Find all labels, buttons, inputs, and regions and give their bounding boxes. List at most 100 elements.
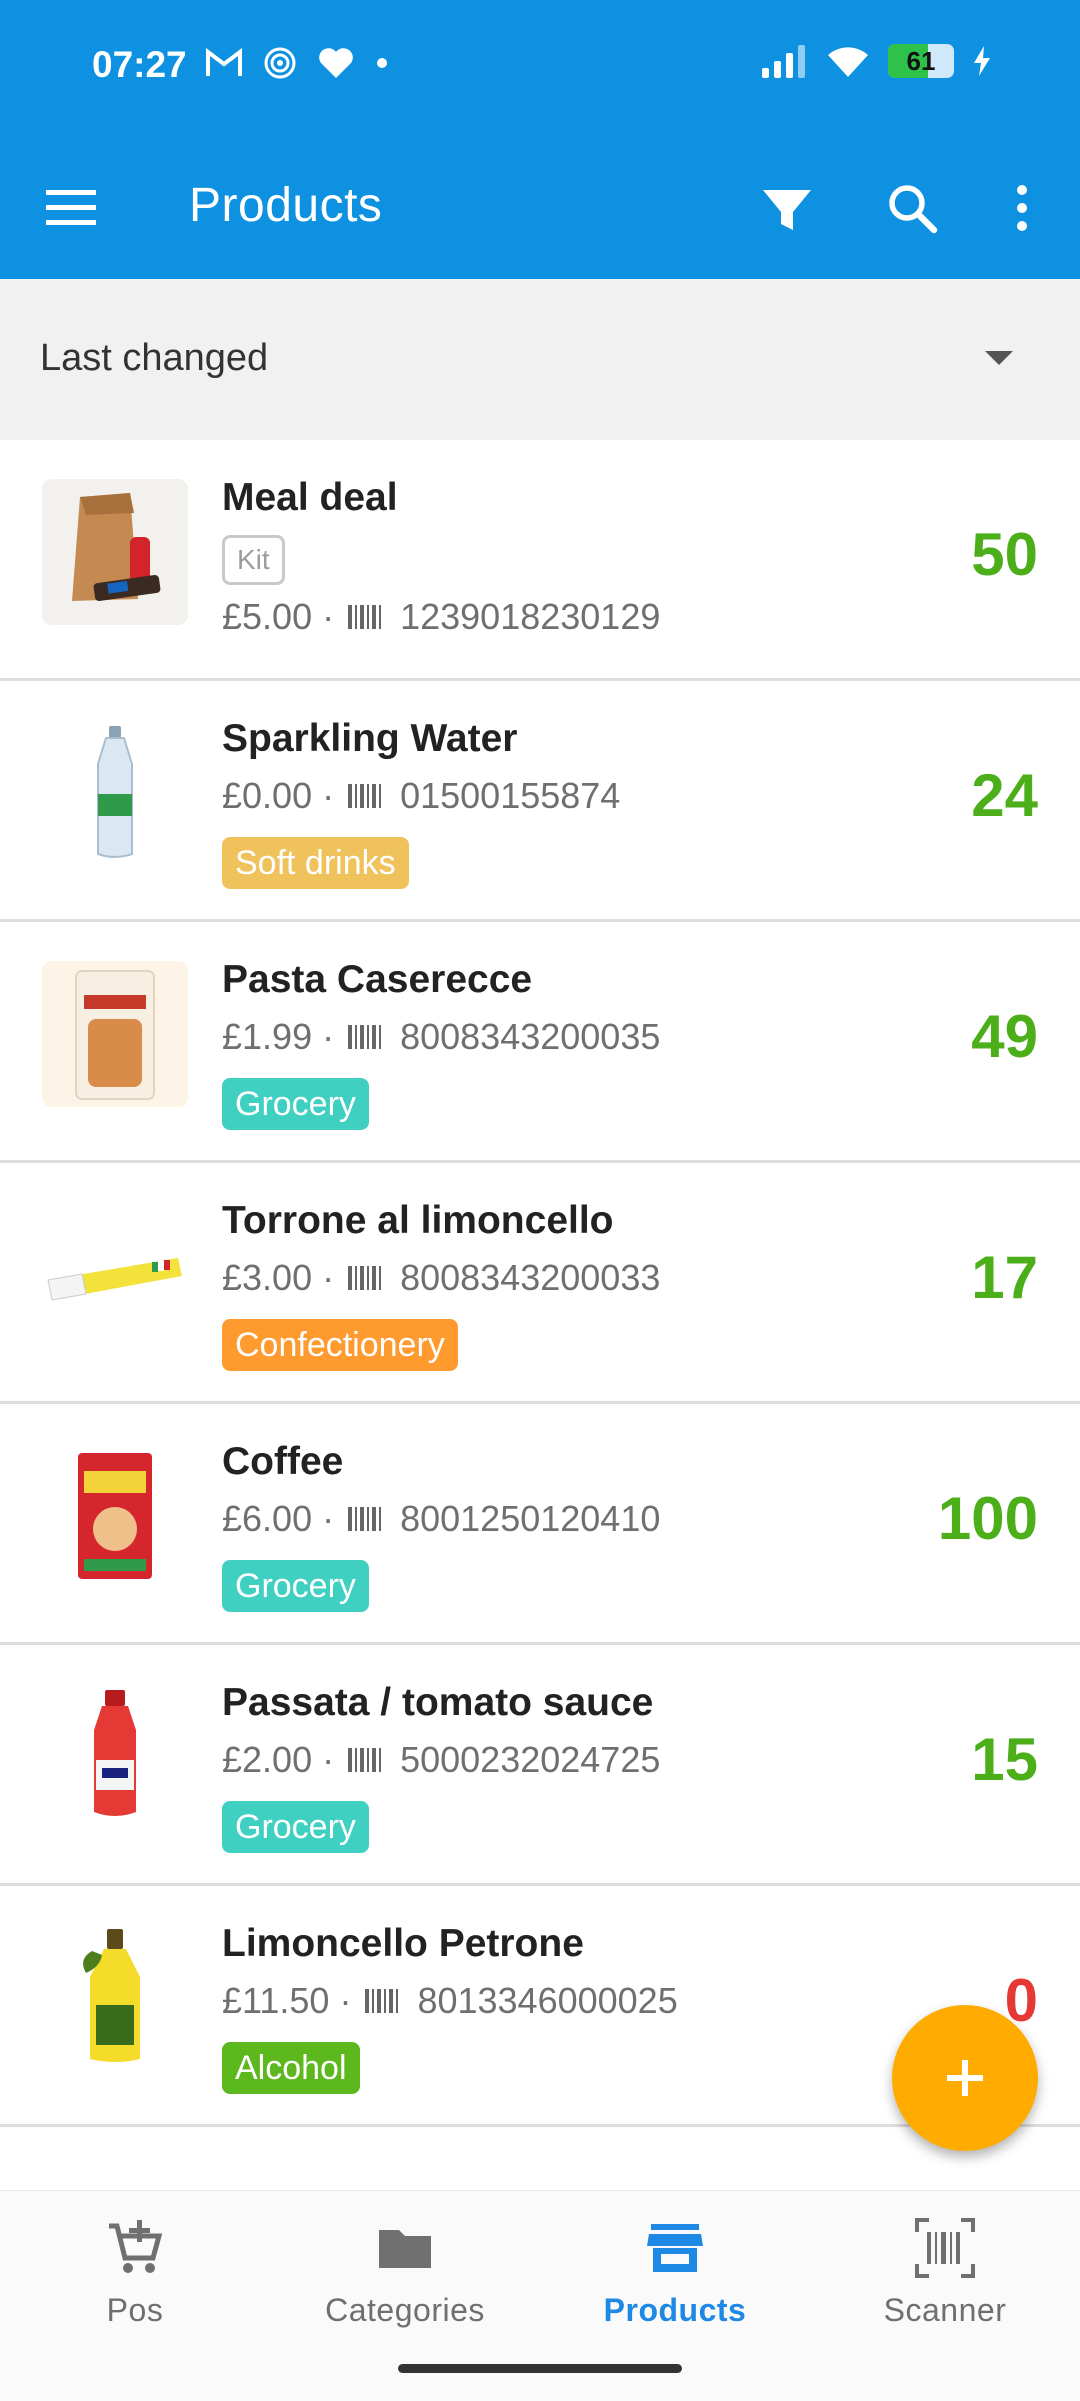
meta-separator: · — [322, 1016, 335, 1057]
heart-icon — [319, 48, 353, 78]
meta-separator: · — [322, 1498, 335, 1539]
meta-separator: · — [322, 596, 335, 637]
spiral-icon — [264, 47, 296, 79]
product-price: £1.99 — [222, 1016, 313, 1057]
limoncello-image — [42, 1925, 188, 2071]
app-bar: Products — [0, 136, 1080, 279]
sparkling-water-image — [42, 720, 188, 866]
product-row-pasta-caserecce[interactable]: Pasta Caserecce £1.99 · 8008343200035 Gr… — [0, 922, 1080, 1163]
hamburger-menu-icon — [46, 190, 96, 225]
barcode-icon — [348, 1748, 382, 1772]
torrone-image — [42, 1202, 188, 1348]
passata-image — [42, 1684, 188, 1830]
more-vert-icon — [1017, 185, 1027, 231]
meta-separator: · — [322, 1739, 335, 1780]
charging-bolt-icon — [974, 46, 990, 76]
product-price: £11.50 — [222, 1980, 330, 2021]
product-list: Meal deal Kit £5.00 · 1239018230129 50 S… — [0, 440, 1080, 2127]
nav-label: Pos — [106, 2292, 164, 2328]
nav-label: Scanner — [883, 2292, 1007, 2328]
dropdown-caret-icon — [985, 351, 1013, 365]
stock-quantity: 17 — [971, 1244, 1038, 1311]
search-button[interactable] — [880, 176, 944, 240]
store-icon — [647, 2224, 703, 2272]
product-barcode: 8013346000025 — [417, 1980, 678, 2021]
system-icons: 61 — [760, 44, 992, 78]
battery-icon: 61 — [888, 44, 954, 78]
product-row-meal-deal[interactable]: Meal deal Kit £5.00 · 1239018230129 50 — [0, 440, 1080, 681]
meta-separator: · — [339, 1980, 352, 2021]
product-row-passata[interactable]: Passata / tomato sauce £2.00 · 500023202… — [0, 1645, 1080, 1886]
product-price: £6.00 — [222, 1498, 313, 1539]
product-barcode: 8001250120410 — [400, 1498, 661, 1539]
sort-label: Last changed — [40, 337, 269, 379]
product-barcode: 8008343200033 — [400, 1257, 661, 1298]
product-name: Torrone al limoncello — [222, 1199, 614, 1242]
pasta-image — [42, 961, 188, 1107]
meal-deal-image — [42, 479, 188, 625]
product-barcode: 5000232024725 — [400, 1739, 661, 1780]
add-product-button[interactable] — [892, 2005, 1038, 2151]
stock-quantity: 49 — [971, 1003, 1038, 1070]
category-badge: Grocery — [222, 1078, 369, 1130]
gmail-icon — [206, 48, 242, 76]
search-icon — [889, 185, 938, 234]
nav-item-scanner[interactable]: Scanner — [810, 2216, 1080, 2329]
meta-separator: · — [322, 775, 335, 816]
product-barcode: 01500155874 — [400, 775, 621, 816]
product-name: Pasta Caserecce — [222, 958, 533, 1001]
filter-button[interactable] — [755, 178, 819, 242]
category-badge: Grocery — [222, 1560, 369, 1612]
nav-item-pos[interactable]: Pos — [0, 2216, 270, 2329]
barcode-icon — [348, 784, 382, 808]
product-meta: £11.50 · 8013346000025 — [222, 1980, 678, 2022]
product-meta: £3.00 · 8008343200033 — [222, 1257, 660, 1299]
product-name: Coffee — [222, 1440, 344, 1483]
plus-icon — [947, 2060, 983, 2096]
product-name: Passata / tomato sauce — [222, 1681, 654, 1724]
product-price: £0.00 — [222, 775, 313, 816]
sort-dropdown[interactable]: Last changed — [0, 279, 1080, 440]
filter-icon — [763, 190, 811, 230]
product-row-coffee[interactable]: Coffee £6.00 · 8001250120410 Grocery 100 — [0, 1404, 1080, 1645]
barcode-icon — [365, 1989, 399, 2013]
barcode-icon — [348, 605, 382, 629]
folder-icon — [379, 2230, 431, 2268]
category-badge: Confectionery — [222, 1319, 458, 1371]
page-title: Products — [189, 179, 383, 232]
stock-quantity: 50 — [971, 521, 1038, 588]
coffee-image — [42, 1443, 188, 1589]
signal-icon — [762, 45, 805, 78]
product-meta: £6.00 · 8001250120410 — [222, 1498, 660, 1540]
more-options-button[interactable] — [1005, 176, 1039, 240]
nav-item-products[interactable]: Products — [540, 2216, 810, 2329]
stock-quantity: 100 — [937, 1485, 1038, 1552]
barcode-icon — [348, 1025, 382, 1049]
stock-quantity: 15 — [971, 1726, 1038, 1793]
category-badge: Grocery — [222, 1801, 369, 1853]
product-meta: £1.99 · 8008343200035 — [222, 1016, 660, 1058]
category-badge: Soft drinks — [222, 837, 409, 889]
barcode-icon — [348, 1266, 382, 1290]
barcode-scan-icon — [915, 2218, 975, 2278]
product-barcode: 8008343200035 — [400, 1016, 661, 1057]
battery-level: 61 — [906, 45, 936, 76]
nav-label: Products — [603, 2292, 747, 2328]
product-barcode: 1239018230129 — [400, 596, 661, 637]
kit-badge: Kit — [222, 535, 285, 585]
category-badge: Alcohol — [222, 2042, 360, 2094]
product-price: £5.00 — [222, 596, 313, 637]
nav-item-categories[interactable]: Categories — [270, 2216, 540, 2329]
product-row-sparkling-water[interactable]: Sparkling Water £0.00 · 01500155874 Soft… — [0, 681, 1080, 922]
menu-button[interactable] — [44, 180, 100, 236]
nav-label: Categories — [325, 2292, 485, 2328]
product-meta: £2.00 · 5000232024725 — [222, 1739, 660, 1781]
product-name: Limoncello Petrone — [222, 1922, 584, 1965]
stock-quantity: 24 — [971, 762, 1038, 829]
product-row-torrone[interactable]: Torrone al limoncello £3.00 · 8008343200… — [0, 1163, 1080, 1404]
wifi-icon — [828, 47, 868, 77]
home-indicator[interactable] — [398, 2364, 682, 2373]
product-meta: £5.00 · 1239018230129 — [222, 596, 660, 638]
dot-icon — [377, 58, 387, 68]
meta-separator: · — [322, 1257, 335, 1298]
